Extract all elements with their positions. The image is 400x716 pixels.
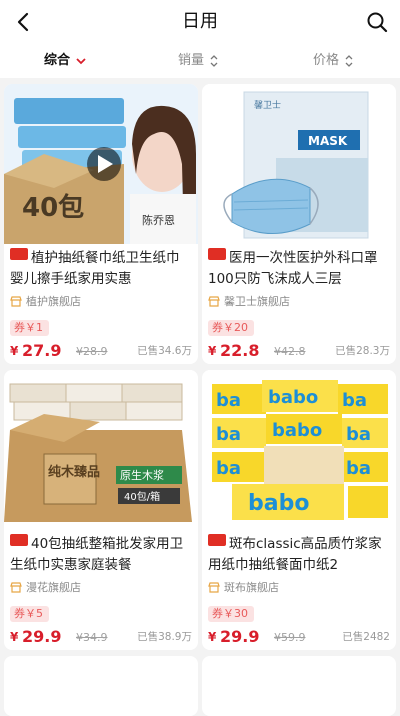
price-row: ¥ 29.9 ¥34.9 已售38.9万	[10, 626, 192, 646]
product-image: 纯木臻品 原生木浆 40包/箱	[4, 370, 198, 530]
price: 29.9	[220, 627, 260, 646]
tmall-badge-icon	[10, 534, 28, 546]
product-title: 40包抽纸整箱批发家用卫生纸巾实惠家庭装餐	[10, 534, 184, 573]
product-card[interactable]: 40包 陈乔恩 植护抽纸餐巾纸卫生纸巾婴儿擦手纸家用实惠 植护旗舰店 券￥1 ¥…	[4, 84, 198, 364]
product-title: 植护抽纸餐巾纸卫生纸巾婴儿擦手纸家用实惠	[10, 248, 180, 287]
currency-symbol: ¥	[10, 630, 19, 644]
shop-icon	[10, 581, 22, 593]
page-title: 日用	[182, 11, 218, 32]
product-title: 斑布classic高品质竹浆家用纸巾抽纸餐面巾纸2	[208, 534, 382, 573]
sort-bar: 综合 销量 价格	[0, 44, 400, 78]
original-price: ¥59.9	[274, 631, 306, 644]
sort-label: 销量	[178, 53, 205, 68]
coupon-badge: 券￥20	[208, 320, 254, 336]
product-card[interactable]: ba babo ba ba babo ba ba ba babo 斑布class…	[202, 370, 396, 650]
sort-label: 综合	[44, 53, 71, 68]
shop-name[interactable]: 漫花旗舰店	[10, 579, 81, 595]
price-row: ¥ 22.8 ¥42.8 已售28.3万	[208, 340, 390, 360]
search-icon[interactable]	[364, 9, 390, 35]
original-price: ¥28.9	[76, 345, 108, 358]
svg-text:ba: ba	[346, 424, 371, 445]
sort-updown-icon	[210, 55, 218, 67]
sold-count: 已售2482	[342, 631, 390, 643]
price-row: ¥ 27.9 ¥28.9 已售34.6万	[10, 340, 192, 360]
shop-name[interactable]: 馨卫士旗舰店	[208, 293, 290, 309]
price: 27.9	[22, 341, 62, 360]
product-image: 馨卫士 MASK	[202, 84, 396, 244]
svg-text:ba: ba	[216, 424, 241, 445]
sort-updown-icon	[345, 55, 353, 67]
price: 29.9	[22, 627, 62, 646]
sort-sales[interactable]: 销量	[178, 44, 218, 78]
thumb-40-pack: 40包	[22, 192, 84, 223]
top-bar: 日用	[0, 0, 400, 44]
sort-comprehensive[interactable]: 综合	[44, 44, 86, 78]
thumb-pack: 40包/箱	[124, 490, 160, 503]
product-card[interactable]: 馨卫士 MASK 医用一次性医护外科口罩100只防飞沫成人三层 馨卫士旗舰店 券…	[202, 84, 396, 364]
svg-text:babo: babo	[248, 491, 309, 516]
shop-icon	[10, 295, 22, 307]
coupon-badge: 券￥5	[10, 606, 49, 622]
price-row: ¥ 29.9 ¥59.9 已售2482	[208, 626, 390, 646]
product-image: ba babo ba ba babo ba ba ba babo	[202, 370, 396, 530]
tmall-badge-icon	[208, 248, 226, 260]
product-card[interactable]	[202, 656, 396, 716]
sort-label: 价格	[313, 53, 340, 68]
product-card[interactable]: 纯木臻品 原生木浆 40包/箱 40包抽纸整箱批发家用卫生纸巾实惠家庭装餐 漫花…	[4, 370, 198, 650]
sold-count: 已售34.6万	[137, 345, 192, 357]
sort-price[interactable]: 价格	[313, 44, 353, 78]
svg-text:ba: ba	[342, 390, 367, 411]
svg-text:ba: ba	[346, 458, 371, 479]
currency-symbol: ¥	[208, 630, 217, 644]
coupon-badge: 券￥30	[208, 606, 254, 622]
sold-count: 已售28.3万	[335, 345, 390, 357]
original-price: ¥42.8	[274, 345, 306, 358]
shop-icon	[208, 295, 220, 307]
thumb-pulp: 原生木浆	[120, 468, 164, 482]
shop-icon	[208, 581, 220, 593]
thumb-brand: 纯木臻品	[48, 464, 100, 480]
product-image: 40包 陈乔恩	[4, 84, 198, 244]
thumb-brand: 馨卫士	[254, 99, 281, 111]
product-title: 医用一次性医护外科口罩100只防飞沫成人三层	[208, 248, 378, 287]
sold-count: 已售38.9万	[137, 631, 192, 643]
product-card[interactable]	[4, 656, 198, 716]
price: 22.8	[220, 341, 260, 360]
shop-name[interactable]: 斑布旗舰店	[208, 579, 279, 595]
tmall-badge-icon	[10, 248, 28, 260]
thumb-brand: babo	[268, 387, 318, 408]
svg-text:ba: ba	[216, 458, 241, 479]
original-price: ¥34.9	[76, 631, 108, 644]
thumb-mask: MASK	[308, 134, 348, 148]
svg-text:陈乔恩: 陈乔恩	[142, 213, 175, 227]
coupon-badge: 券￥1	[10, 320, 49, 336]
chevron-down-icon	[76, 57, 86, 64]
tmall-badge-icon	[208, 534, 226, 546]
currency-symbol: ¥	[10, 344, 19, 358]
svg-text:babo: babo	[272, 420, 322, 441]
currency-symbol: ¥	[208, 344, 217, 358]
svg-text:ba: ba	[216, 390, 241, 411]
shop-name[interactable]: 植护旗舰店	[10, 293, 81, 309]
